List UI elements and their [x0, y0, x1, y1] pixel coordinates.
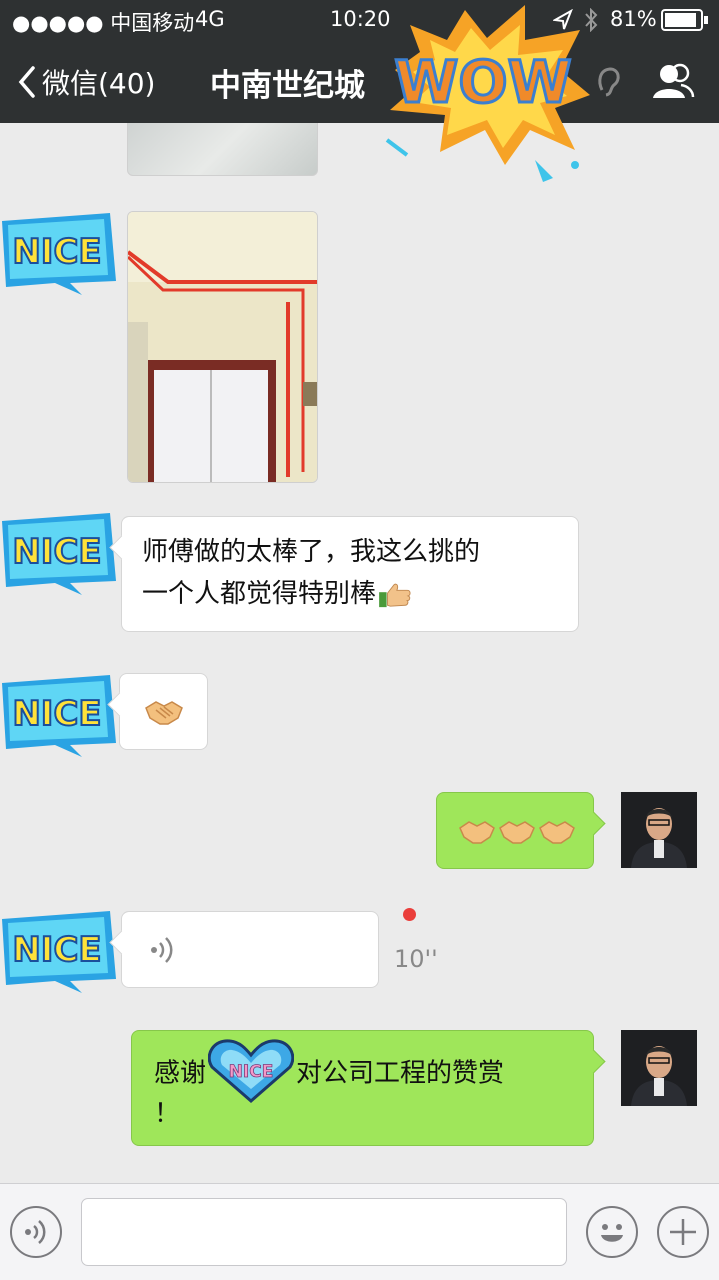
- text-message-bubble-sent[interactable]: 感谢 NICE 对公司工程的赞赏 ！: [131, 1030, 594, 1146]
- message-text-before: 感谢: [154, 1058, 207, 1089]
- sender-avatar-nice[interactable]: NICE: [0, 511, 120, 595]
- unread-dot: [403, 908, 416, 921]
- handshake-icon: [459, 821, 575, 844]
- image-message[interactable]: [127, 211, 318, 483]
- voice-icon: [25, 1220, 46, 1244]
- nice-text: NICE: [12, 232, 101, 272]
- back-button[interactable]: 微信(40): [18, 62, 155, 102]
- voice-input-button[interactable]: [10, 1206, 62, 1258]
- network-label: 4G: [195, 7, 225, 31]
- text-message-bubble[interactable]: 师傅做的太棒了，我这么挑的 一个人都觉得特别棒: [121, 516, 579, 632]
- sender-avatar-nice[interactable]: NICE: [0, 909, 120, 993]
- message-text-line: 一个人都觉得特别棒: [142, 573, 578, 615]
- battery-percent: 81%: [610, 7, 657, 31]
- more-button[interactable]: [657, 1206, 709, 1258]
- message-text-after: 对公司工程的赞赏: [296, 1058, 505, 1089]
- message-text-line2: 一个人都觉得特别棒: [142, 579, 377, 609]
- heart-nice-text: NICE: [229, 1062, 274, 1082]
- handshake-icon: [145, 701, 183, 725]
- ear-icon: [598, 67, 620, 97]
- message-input[interactable]: [81, 1198, 567, 1266]
- battery-icon: [661, 9, 708, 31]
- portrait-photo: [621, 1030, 697, 1106]
- chat-area[interactable]: NICE NICE 师傅做的太棒了，我这么挑的 一个人都觉得特别棒 NICE N…: [0, 123, 719, 1183]
- emoji-message-bubble-sent[interactable]: [436, 792, 594, 869]
- back-label: 微信(40): [42, 67, 156, 100]
- thumbs-up-icon: [379, 583, 411, 607]
- nav-bar: 微信(40) 中南世纪城: [0, 40, 719, 123]
- status-bar: ●●●●● 中国移动 4G 10:20 81%: [0, 0, 719, 40]
- input-bar: [0, 1183, 719, 1280]
- voice-duration: 10'': [394, 945, 438, 973]
- sender-avatar-nice[interactable]: NICE: [0, 673, 120, 757]
- chat-title: 中南世纪城: [210, 68, 365, 104]
- wow-text: WOW: [394, 48, 571, 116]
- plus-icon: [670, 1219, 696, 1245]
- nice-text: NICE: [12, 532, 101, 572]
- nice-text: NICE: [12, 930, 101, 970]
- my-avatar[interactable]: [621, 1030, 697, 1106]
- carrier-label: ●●●●● 中国移动: [12, 11, 195, 35]
- nice-text: NICE: [12, 694, 101, 734]
- voice-message-bubble[interactable]: [121, 911, 379, 988]
- emoji-message-bubble[interactable]: [119, 673, 208, 750]
- chevron-left-icon: [18, 66, 35, 98]
- image-message-partial[interactable]: [127, 123, 318, 176]
- my-avatar[interactable]: [621, 792, 697, 868]
- photo-doorway: [128, 212, 317, 482]
- portrait-photo: [621, 792, 697, 868]
- emoji-button[interactable]: [586, 1206, 638, 1258]
- voice-wave-icon: [151, 937, 173, 963]
- message-text-line: 师傅做的太棒了，我这么挑的: [142, 537, 481, 567]
- sender-avatar-nice[interactable]: NICE: [0, 211, 120, 295]
- smiley-icon: [601, 1224, 623, 1242]
- nice-heart-sticker: NICE: [208, 1039, 295, 1103]
- group-info-button[interactable]: [651, 62, 695, 102]
